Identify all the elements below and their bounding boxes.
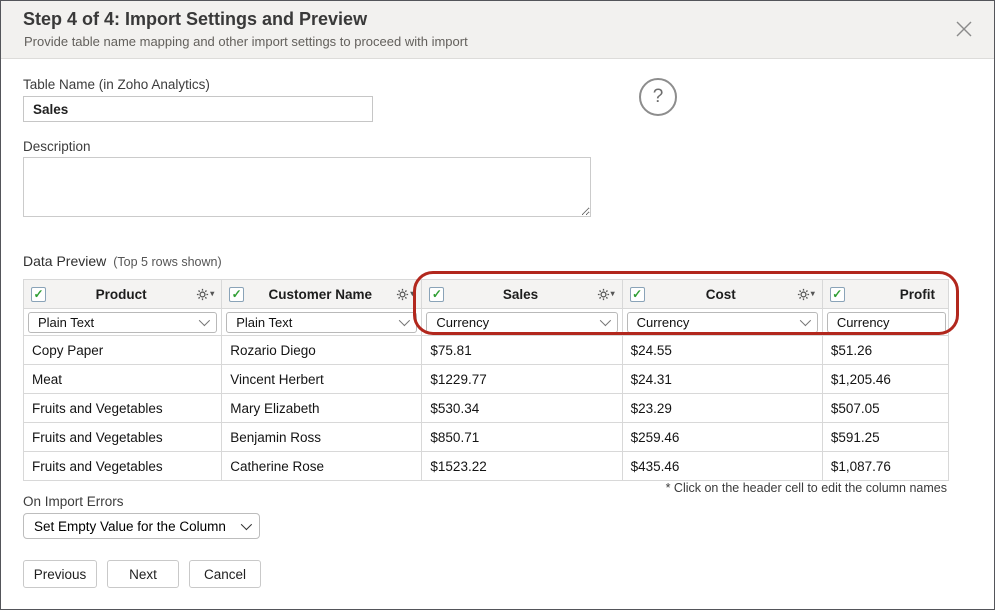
data-preview-subtitle: (Top 5 rows shown) xyxy=(113,255,221,269)
column-include-checkbox[interactable]: ✓ xyxy=(630,287,645,302)
table-cell: Rozario Diego xyxy=(222,336,422,365)
table-row: Fruits and VegetablesCatherine Rose$1523… xyxy=(24,452,949,481)
import-settings-dialog: Step 4 of 4: Import Settings and Preview… xyxy=(0,0,995,610)
table-cell: Catherine Rose xyxy=(222,452,422,481)
column-header-cell[interactable]: ✓ Product ▾ xyxy=(24,280,222,309)
table-cell: $1229.77 xyxy=(422,365,622,394)
chevron-down-icon xyxy=(199,315,210,326)
table-row: Copy PaperRozario Diego$75.81$24.55$51.2… xyxy=(24,336,949,365)
column-header-cell[interactable]: ✓ Sales ▾ xyxy=(422,280,622,309)
table-cell: Benjamin Ross xyxy=(222,423,422,452)
table-row: Fruits and VegetablesBenjamin Ross$850.7… xyxy=(24,423,949,452)
column-include-checkbox[interactable]: ✓ xyxy=(429,287,444,302)
column-include-checkbox[interactable]: ✓ xyxy=(830,287,845,302)
description-label: Description xyxy=(23,139,91,154)
table-cell: $259.46 xyxy=(622,423,822,452)
column-type-select[interactable]: Currency xyxy=(426,312,617,333)
column-name: Sales xyxy=(450,287,590,302)
chevron-down-icon xyxy=(599,315,610,326)
on-import-errors-selected-value: Set Empty Value for the Column xyxy=(34,519,226,534)
table-name-label: Table Name (in Zoho Analytics) xyxy=(23,77,210,92)
column-type-value: Plain Text xyxy=(236,315,292,330)
on-import-errors-select[interactable]: Set Empty Value for the Column xyxy=(23,513,260,539)
column-type-cell: Currency xyxy=(422,309,622,336)
column-type-select[interactable]: Currency xyxy=(827,312,946,333)
table-cell: $51.26 xyxy=(822,336,948,365)
header-edit-note: * Click on the header cell to edit the c… xyxy=(666,481,947,495)
help-icon[interactable]: ? xyxy=(639,78,677,116)
column-type-cell: Currency xyxy=(822,309,948,336)
column-type-select[interactable]: Plain Text xyxy=(28,312,217,333)
column-header-cell[interactable]: ✓ Customer Name ▾ xyxy=(222,280,422,309)
table-cell: Fruits and Vegetables xyxy=(24,423,222,452)
table-cell: $1523.22 xyxy=(422,452,622,481)
next-button[interactable]: Next xyxy=(107,560,179,588)
data-preview-table: ✓ Product ▾ ✓ Customer Name ▾ ✓ Sales ▾ ✓ Cost ▾ ✓ Pr… xyxy=(23,279,949,481)
table-cell: $507.05 xyxy=(822,394,948,423)
table-cell: Mary Elizabeth xyxy=(222,394,422,423)
column-type-value: Currency xyxy=(837,315,890,330)
table-cell: Fruits and Vegetables xyxy=(24,394,222,423)
column-header-cell[interactable]: ✓ Cost ▾ xyxy=(622,280,822,309)
column-header-cell[interactable]: ✓ Profit xyxy=(822,280,948,309)
table-cell: Vincent Herbert xyxy=(222,365,422,394)
column-include-checkbox[interactable]: ✓ xyxy=(229,287,244,302)
table-cell: $75.81 xyxy=(422,336,622,365)
column-type-select[interactable]: Plain Text xyxy=(226,312,417,333)
dialog-header: Step 4 of 4: Import Settings and Preview… xyxy=(1,1,994,59)
column-type-cell: Plain Text xyxy=(24,309,222,336)
column-type-cell: Currency xyxy=(622,309,822,336)
gear-icon[interactable]: ▾ xyxy=(597,288,615,301)
close-icon[interactable] xyxy=(952,17,976,41)
table-row: Fruits and VegetablesMary Elizabeth$530.… xyxy=(24,394,949,423)
data-preview-label: Data Preview (Top 5 rows shown) xyxy=(23,253,222,269)
gear-icon[interactable]: ▾ xyxy=(396,288,414,301)
column-include-checkbox[interactable]: ✓ xyxy=(31,287,46,302)
column-name: Profit xyxy=(851,287,941,302)
column-type-value: Currency xyxy=(637,315,690,330)
data-preview-title: Data Preview xyxy=(23,253,106,269)
table-cell: Fruits and Vegetables xyxy=(24,452,222,481)
chevron-down-icon xyxy=(800,315,811,326)
table-cell: $24.55 xyxy=(622,336,822,365)
table-name-input[interactable] xyxy=(23,96,373,122)
table-cell: $435.46 xyxy=(622,452,822,481)
table-cell: Copy Paper xyxy=(24,336,222,365)
column-type-cell: Plain Text xyxy=(222,309,422,336)
chevron-down-icon xyxy=(399,315,410,326)
column-type-value: Currency xyxy=(436,315,489,330)
gear-icon[interactable]: ▾ xyxy=(797,288,815,301)
gear-icon[interactable]: ▾ xyxy=(196,288,214,301)
table-row: MeatVincent Herbert$1229.77$24.31$1,205.… xyxy=(24,365,949,394)
page-subtitle: Provide table name mapping and other imp… xyxy=(24,34,468,49)
table-cell: $591.25 xyxy=(822,423,948,452)
previous-button[interactable]: Previous xyxy=(23,560,97,588)
page-title: Step 4 of 4: Import Settings and Preview xyxy=(23,9,367,30)
description-textarea[interactable] xyxy=(23,157,591,217)
cancel-button[interactable]: Cancel xyxy=(189,560,261,588)
table-cell: $23.29 xyxy=(622,394,822,423)
column-name: Product xyxy=(52,287,190,302)
table-cell: $850.71 xyxy=(422,423,622,452)
column-name: Customer Name xyxy=(250,287,390,302)
column-type-select[interactable]: Currency xyxy=(627,312,818,333)
column-name: Cost xyxy=(651,287,791,302)
on-import-errors-label: On Import Errors xyxy=(23,494,124,509)
column-type-value: Plain Text xyxy=(38,315,94,330)
table-cell: Meat xyxy=(24,365,222,394)
table-cell: $530.34 xyxy=(422,394,622,423)
chevron-down-icon xyxy=(241,519,252,530)
table-cell: $24.31 xyxy=(622,365,822,394)
table-cell: $1,205.46 xyxy=(822,365,948,394)
table-cell: $1,087.76 xyxy=(822,452,948,481)
